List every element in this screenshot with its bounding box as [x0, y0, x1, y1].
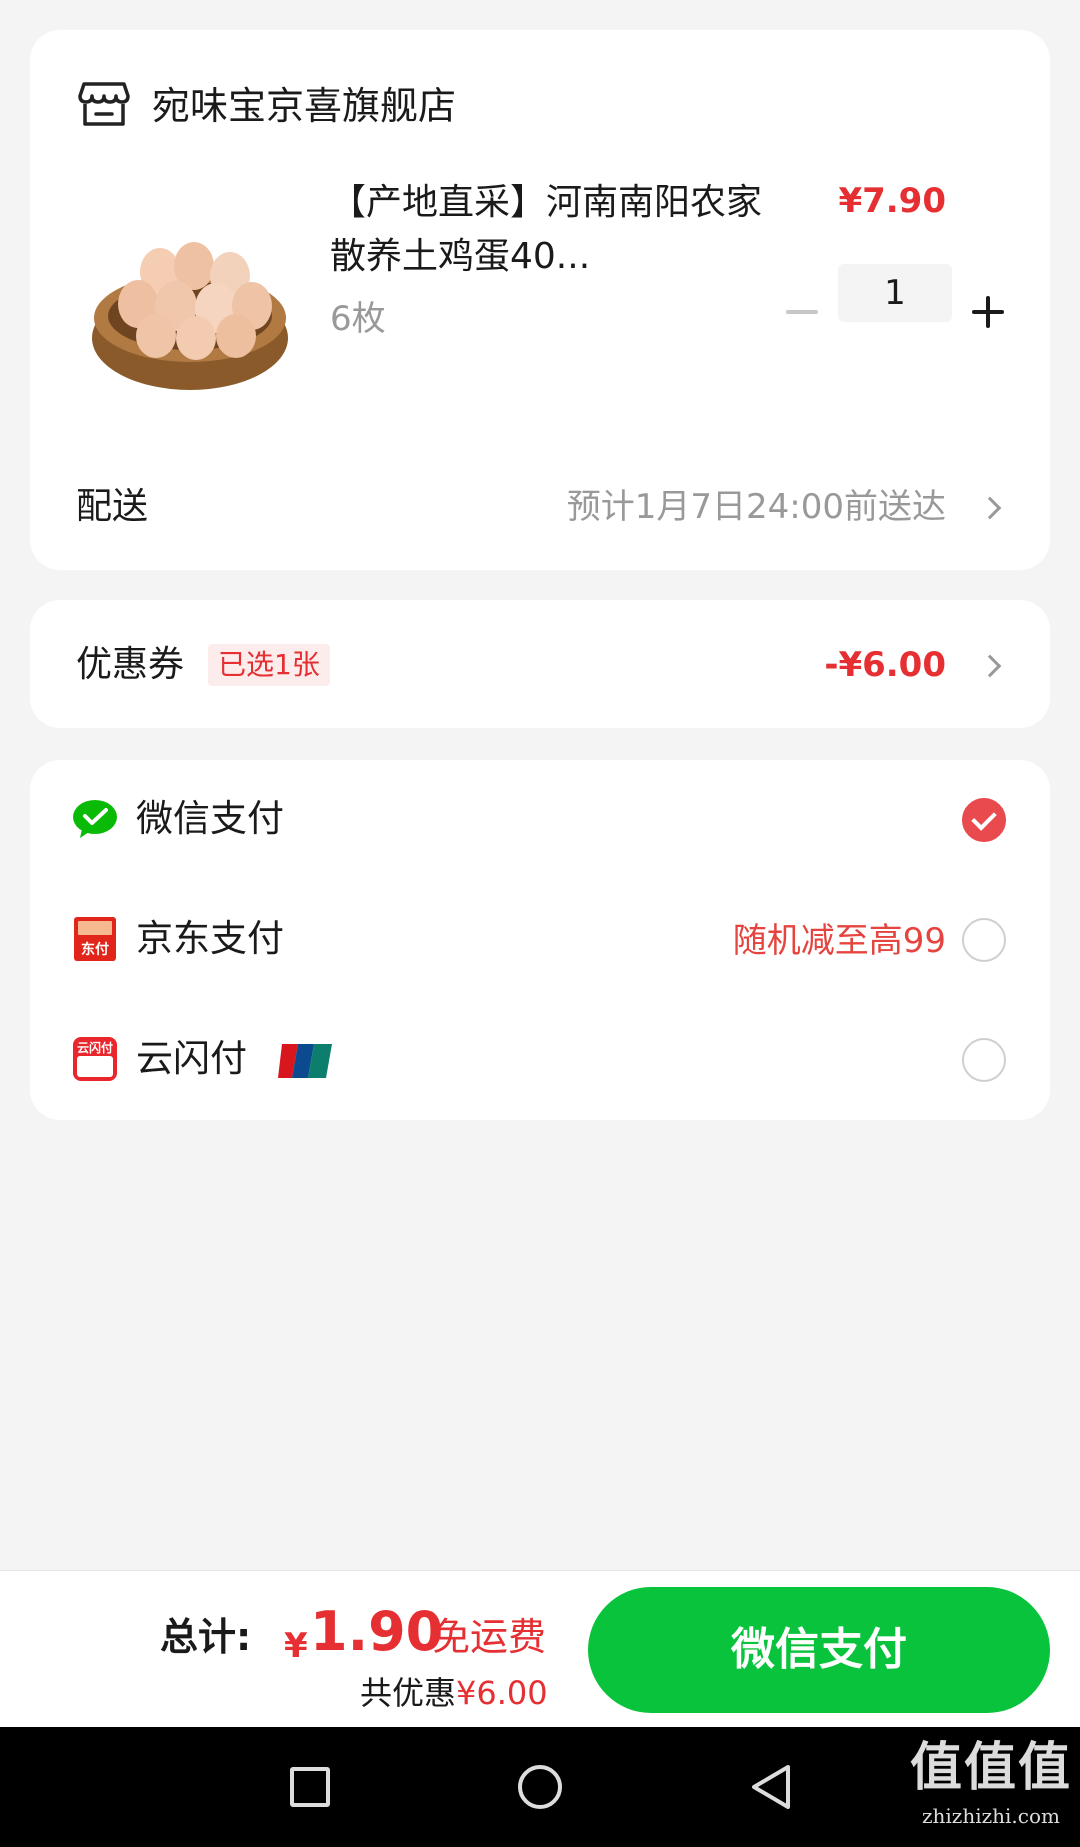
payment-option-wechat[interactable]: 微信支付 — [30, 760, 1050, 880]
total-label: 总计: — [160, 1615, 252, 1659]
quickpass-icon: 云闪付 — [73, 1037, 117, 1081]
svg-text:云闪付: 云闪付 — [77, 1040, 113, 1055]
total-amount: 1.90 — [310, 1600, 444, 1663]
saving-label: 共优惠 — [360, 1674, 457, 1712]
product-price: ¥7.90 — [838, 181, 946, 221]
payment-label-quickpass: 云闪付 — [136, 1037, 247, 1080]
coupon-discount: -¥6.00 — [824, 645, 946, 685]
saving-amount: ¥6.00 — [456, 1674, 548, 1712]
product-title[interactable]: 【产地直采】河南南阳农家散养土鸡蛋40... — [330, 176, 770, 284]
store-icon — [78, 82, 130, 126]
order-card: 宛味宝京喜旗舰店 【产地直采】河南南阳农家散养土鸡蛋40... 6枚 ¥7.90… — [30, 30, 1050, 570]
quantity-increase-button[interactable] — [968, 292, 1008, 332]
total-currency: ¥ — [284, 1626, 308, 1666]
back-icon[interactable] — [748, 1763, 794, 1811]
home-icon[interactable] — [518, 1765, 562, 1809]
total-saving: 共优惠¥6.00 — [360, 1671, 548, 1715]
pay-button[interactable]: 微信支付 — [588, 1587, 1050, 1713]
chevron-right-icon[interactable] — [978, 654, 1002, 678]
watermark: 值值值 zhizhizhi.com — [910, 1733, 1072, 1829]
recent-apps-icon[interactable] — [290, 1767, 330, 1807]
checkout-bar: 总计: ¥ 1.90 免运费 共优惠¥6.00 微信支付 — [0, 1570, 1080, 1727]
payment-option-jd[interactable]: 东付 京东支付 随机减至高99 — [30, 880, 1050, 1000]
watermark-logo: 值值值 — [909, 1737, 1072, 1798]
delivery-estimate[interactable]: 预计1月7日24:00前送达 — [567, 482, 946, 532]
jd-pay-icon: 东付 — [74, 917, 116, 961]
payment-label-wechat: 微信支付 — [136, 797, 284, 840]
coupon-card[interactable]: 优惠券 已选1张 -¥6.00 — [30, 600, 1050, 728]
checkout-page: 宛味宝京喜旗舰店 【产地直采】河南南阳农家散养土鸡蛋40... 6枚 ¥7.90… — [0, 0, 1080, 1847]
payment-option-quickpass[interactable]: 云闪付 云闪付 — [30, 1000, 1050, 1120]
shipping-fee: 免运费 — [432, 1615, 547, 1659]
quantity-decrease-button[interactable] — [782, 292, 822, 332]
svg-text:东付: 东付 — [81, 941, 109, 958]
system-nav-bar: 值值值 zhizhizhi.com — [0, 1727, 1080, 1847]
unionpay-logo-icon — [278, 1044, 332, 1078]
wechat-pay-icon — [73, 800, 117, 838]
product-spec: 6枚 — [330, 299, 386, 339]
payment-methods-card: 微信支付 东付 京东支付 随机减至高99 云闪付 云闪付 — [30, 760, 1050, 1120]
delivery-label: 配送 — [76, 486, 149, 527]
jd-pay-promo: 随机减至高99 — [732, 921, 946, 961]
coupon-label: 优惠券 — [76, 644, 185, 685]
shop-name[interactable]: 宛味宝京喜旗舰店 — [152, 82, 456, 130]
quantity-input[interactable]: 1 — [838, 264, 952, 322]
coupon-selected-badge: 已选1张 — [208, 644, 330, 686]
payment-radio-quickpass[interactable] — [962, 1038, 1006, 1082]
payment-radio-jd[interactable] — [962, 918, 1006, 962]
payment-radio-wechat[interactable] — [962, 798, 1006, 842]
chevron-right-icon[interactable] — [978, 496, 1002, 520]
product-image[interactable] — [90, 210, 290, 400]
watermark-url: zhizhizhi.com — [921, 1804, 1060, 1828]
payment-label-jd: 京东支付 — [136, 917, 284, 960]
